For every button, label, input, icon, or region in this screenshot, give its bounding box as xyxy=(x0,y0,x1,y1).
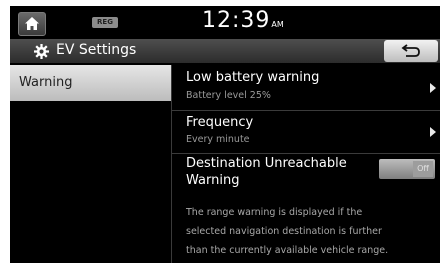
destination-unreachable-toggle[interactable]: Off xyxy=(379,159,435,179)
destination-unreachable-row: Destination Unreachable Warning Off xyxy=(172,154,440,194)
settings-list: Low battery warning Battery level 25% Fr… xyxy=(172,65,440,263)
home-button[interactable] xyxy=(18,12,46,36)
range-warning-description: The range warning is displayed if the se… xyxy=(186,203,436,260)
back-arrow-icon xyxy=(401,44,420,57)
menu-item-warning[interactable]: Warning xyxy=(10,65,171,101)
destination-unreachable-title: Destination Unreachable xyxy=(186,156,347,171)
title-bar: EV Settings xyxy=(10,39,440,63)
back-button[interactable] xyxy=(384,40,438,62)
description-line: The range warning is displayed if the xyxy=(186,207,363,218)
clock-ampm: AM xyxy=(271,20,284,29)
head-unit-screen: REG 12:39AM EV Settings Warning Low batt… xyxy=(10,6,440,263)
low-battery-warning-title: Low battery warning xyxy=(186,70,320,85)
chevron-right-icon xyxy=(430,83,436,93)
description-line: than the currently available vehicle ran… xyxy=(186,245,389,256)
frequency-value: Every minute xyxy=(186,134,250,145)
destination-unreachable-title-line2: Warning xyxy=(186,173,240,188)
reg-badge: REG xyxy=(92,17,118,28)
low-battery-warning-row[interactable]: Low battery warning Battery level 25% xyxy=(172,65,440,110)
description-line: selected navigation destination is furth… xyxy=(186,226,382,237)
chevron-right-icon xyxy=(430,127,436,137)
toggle-off-label: Off xyxy=(413,161,433,177)
page-title: EV Settings xyxy=(56,42,137,58)
left-menu: Warning xyxy=(10,65,171,263)
gear-icon xyxy=(34,44,49,59)
clock: 12:39AM xyxy=(202,8,284,33)
low-battery-warning-value: Battery level 25% xyxy=(186,90,271,101)
home-icon xyxy=(25,17,39,30)
frequency-title: Frequency xyxy=(186,115,254,130)
clock-time: 12:39 xyxy=(202,8,271,33)
frequency-row[interactable]: Frequency Every minute xyxy=(172,111,440,153)
status-bar: REG 12:39AM xyxy=(10,6,440,37)
